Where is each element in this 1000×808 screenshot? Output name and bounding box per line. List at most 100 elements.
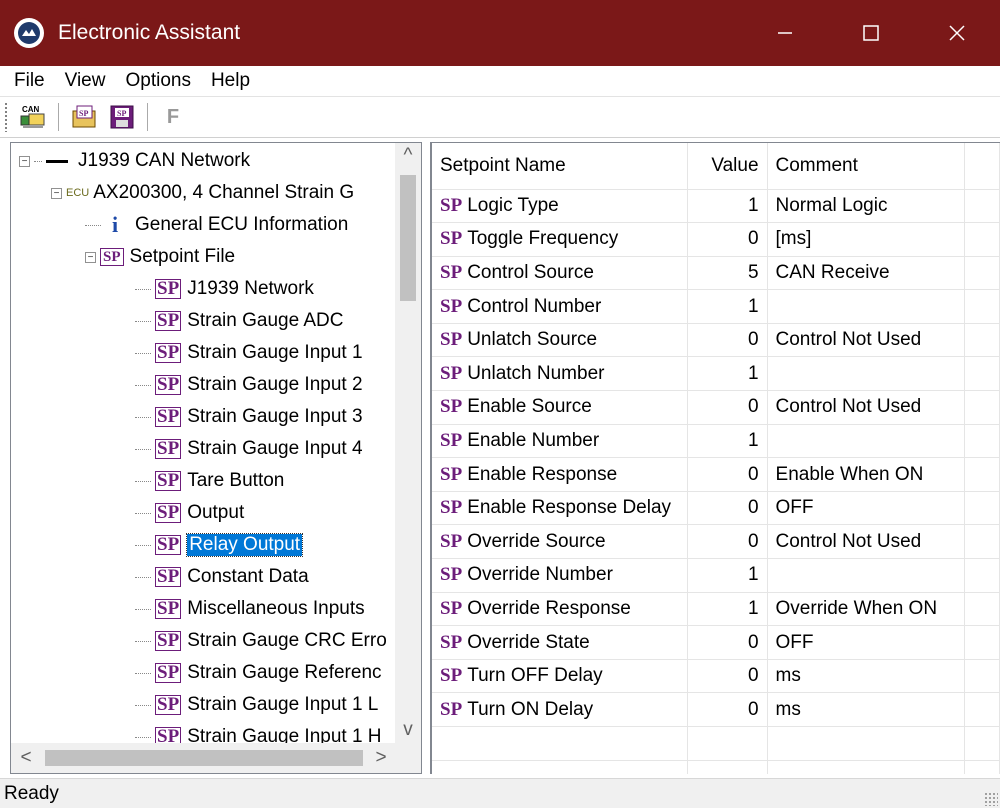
setpoint-grid-pane[interactable]: Setpoint Name Value Comment SP Logic Type…	[430, 142, 1000, 774]
tree-item[interactable]: SP Strain Gauge Input 1	[135, 337, 363, 369]
table-row[interactable]: SP Override Number 1	[432, 558, 1000, 593]
table-row[interactable]: SP Enable Number 1	[432, 424, 1000, 459]
collapse-icon[interactable]: −	[19, 155, 30, 167]
tree-item[interactable]: SP Strain Gauge Referenc	[135, 657, 382, 689]
setpoint-name-cell[interactable]: SP Enable Response	[432, 457, 689, 492]
ecu-tree-pane[interactable]: − J1939 CAN Network − ECU AX200300, 4 Ch…	[10, 142, 422, 774]
setpoint-name-cell[interactable]: SP Enable Source	[432, 390, 689, 425]
setpoint-name-cell[interactable]: SP Turn OFF Delay	[432, 659, 689, 694]
collapse-icon[interactable]: −	[85, 251, 96, 263]
table-row[interactable]: SP Toggle Frequency 0 [ms]	[432, 222, 1000, 257]
tree-item[interactable]: SP Miscellaneous Inputs	[135, 593, 365, 625]
setpoint-name: Override State	[467, 631, 590, 653]
column-header-comment[interactable]: Comment	[767, 143, 965, 190]
open-setpoint-button[interactable]: SP	[68, 101, 100, 133]
tree-horizontal-scrollbar[interactable]: < >	[11, 743, 396, 773]
resize-grip-icon[interactable]	[984, 792, 998, 806]
setpoint-value-cell[interactable]: 0	[687, 625, 768, 660]
tree-item[interactable]: SP Strain Gauge Input 1 L	[135, 689, 378, 721]
tree-item[interactable]: SP Strain Gauge Input 3	[135, 401, 363, 433]
setpoint-value-cell[interactable]: 0	[687, 692, 768, 727]
setpoint-icon: SP	[155, 470, 182, 491]
setpoint-value-cell[interactable]: 1	[687, 558, 768, 593]
setpoint-name-cell[interactable]: SP Override Source	[432, 524, 689, 560]
tree-item[interactable]: SP Constant Data	[135, 561, 309, 593]
close-button[interactable]	[914, 0, 1000, 66]
table-row[interactable]: SP Unlatch Number 1	[432, 356, 1000, 392]
setpoint-name-cell[interactable]: SP Override Response	[432, 592, 689, 627]
setpoint-name-cell[interactable]: SP Enable Number	[432, 424, 689, 459]
tree-item-selected[interactable]: SP Relay Output	[135, 529, 304, 561]
setpoint-name-cell[interactable]: SP Enable Response Delay	[432, 491, 689, 526]
setpoint-value-cell[interactable]: 0	[687, 222, 768, 257]
table-row[interactable]: SP Enable Source 0 Control Not Used	[432, 390, 1000, 425]
setpoint-name-cell[interactable]: SP Override Number	[432, 558, 689, 593]
table-row[interactable]: SP Turn OFF Delay 0 ms	[432, 659, 1000, 694]
setpoint-name-cell[interactable]: SP Override State	[432, 625, 689, 660]
scroll-up-icon[interactable]: ^	[395, 143, 421, 169]
table-row[interactable]: SP Unlatch Source 0 Control Not Used	[432, 323, 1000, 358]
scroll-right-icon[interactable]: >	[366, 743, 396, 773]
setpoint-name-cell[interactable]: SP Toggle Frequency	[432, 222, 689, 257]
menu-options[interactable]: Options	[115, 70, 200, 92]
setpoint-value-cell[interactable]: 0	[687, 323, 768, 358]
tree-item[interactable]: SP Strain Gauge Input 2	[135, 369, 363, 401]
can-connect-button[interactable]: CAN	[17, 101, 49, 133]
save-setpoint-button[interactable]: SP	[106, 101, 138, 133]
setpoint-value-cell[interactable]: 1	[687, 356, 768, 392]
setpoint-value-cell[interactable]: 1	[687, 289, 768, 324]
setpoint-value-cell[interactable]: 1	[687, 189, 768, 224]
flash-button[interactable]: F	[157, 101, 189, 133]
table-row[interactable]: SP Enable Response 0 Enable When ON	[432, 457, 1000, 492]
title-bar[interactable]: Electronic Assistant	[0, 0, 1000, 66]
column-header-setpoint-name[interactable]: Setpoint Name	[432, 143, 689, 190]
tree-item[interactable]: SP Strain Gauge Input 1 H	[135, 721, 382, 743]
tree-node-setpoint-file[interactable]: − SP Setpoint File	[85, 241, 235, 273]
table-row[interactable]: SP Override State 0 OFF	[432, 625, 1000, 660]
table-row[interactable]: SP Override Source 0 Control Not Used	[432, 524, 1000, 560]
setpoint-value-cell[interactable]: 0	[687, 524, 768, 560]
tree-item[interactable]: SP Output	[135, 497, 244, 529]
setpoint-name-cell[interactable]: SP Unlatch Number	[432, 356, 689, 392]
setpoint-name-cell[interactable]: SP Unlatch Source	[432, 323, 689, 358]
scroll-down-icon[interactable]: v	[395, 717, 421, 743]
setpoint-name-cell[interactable]: SP Logic Type	[432, 189, 689, 224]
tree-item[interactable]: SP J1939 Network	[135, 273, 314, 305]
setpoint-value-cell[interactable]: 0	[687, 390, 768, 425]
setpoint-name-cell[interactable]: SP Turn ON Delay	[432, 692, 689, 727]
minimize-button[interactable]	[742, 0, 828, 66]
collapse-icon[interactable]: −	[51, 187, 62, 199]
setpoint-value-cell[interactable]: 1	[687, 592, 768, 627]
filler-cell	[964, 390, 1000, 425]
tree-vertical-scrollbar[interactable]: ^ v	[395, 143, 421, 743]
tree-node-general-info[interactable]: i General ECU Information	[85, 209, 348, 241]
table-row[interactable]: SP Control Number 1	[432, 289, 1000, 324]
setpoint-value-cell[interactable]: 0	[687, 457, 768, 492]
setpoint-value-cell[interactable]: 5	[687, 256, 768, 291]
setpoint-value-cell[interactable]: 1	[687, 424, 768, 459]
setpoint-name-cell[interactable]: SP Control Number	[432, 289, 689, 324]
tree-node-network[interactable]: − J1939 CAN Network	[19, 145, 250, 177]
scroll-thumb[interactable]	[45, 750, 363, 766]
tree-item[interactable]: SP Strain Gauge Input 4	[135, 433, 363, 465]
scroll-thumb[interactable]	[400, 175, 416, 301]
setpoint-value-cell[interactable]: 0	[687, 491, 768, 526]
table-row[interactable]: SP Control Source 5 CAN Receive	[432, 256, 1000, 291]
setpoint-value-cell[interactable]: 0	[687, 659, 768, 694]
table-row[interactable]: SP Logic Type 1 Normal Logic	[432, 189, 1000, 224]
tree-item[interactable]: SP Strain Gauge ADC	[135, 305, 344, 337]
menu-view[interactable]: View	[55, 70, 116, 92]
maximize-button[interactable]	[828, 0, 914, 66]
column-header-value[interactable]: Value	[687, 143, 768, 190]
menu-help[interactable]: Help	[201, 70, 260, 92]
tree-node-ecu[interactable]: − ECU AX200300, 4 Channel Strain G	[51, 177, 354, 209]
table-row[interactable]: SP Override Response 1 Override When ON	[432, 592, 1000, 627]
scroll-left-icon[interactable]: <	[11, 743, 41, 773]
setpoint-name-cell[interactable]: SP Control Source	[432, 256, 689, 291]
menu-file[interactable]: File	[4, 70, 55, 92]
tree-item[interactable]: SP Tare Button	[135, 465, 284, 497]
table-row[interactable]: SP Turn ON Delay 0 ms	[432, 692, 1000, 727]
tree-item[interactable]: SP Strain Gauge CRC Erro	[135, 625, 387, 657]
toolbar-grip[interactable]	[4, 102, 8, 132]
table-row[interactable]: SP Enable Response Delay 0 OFF	[432, 491, 1000, 526]
